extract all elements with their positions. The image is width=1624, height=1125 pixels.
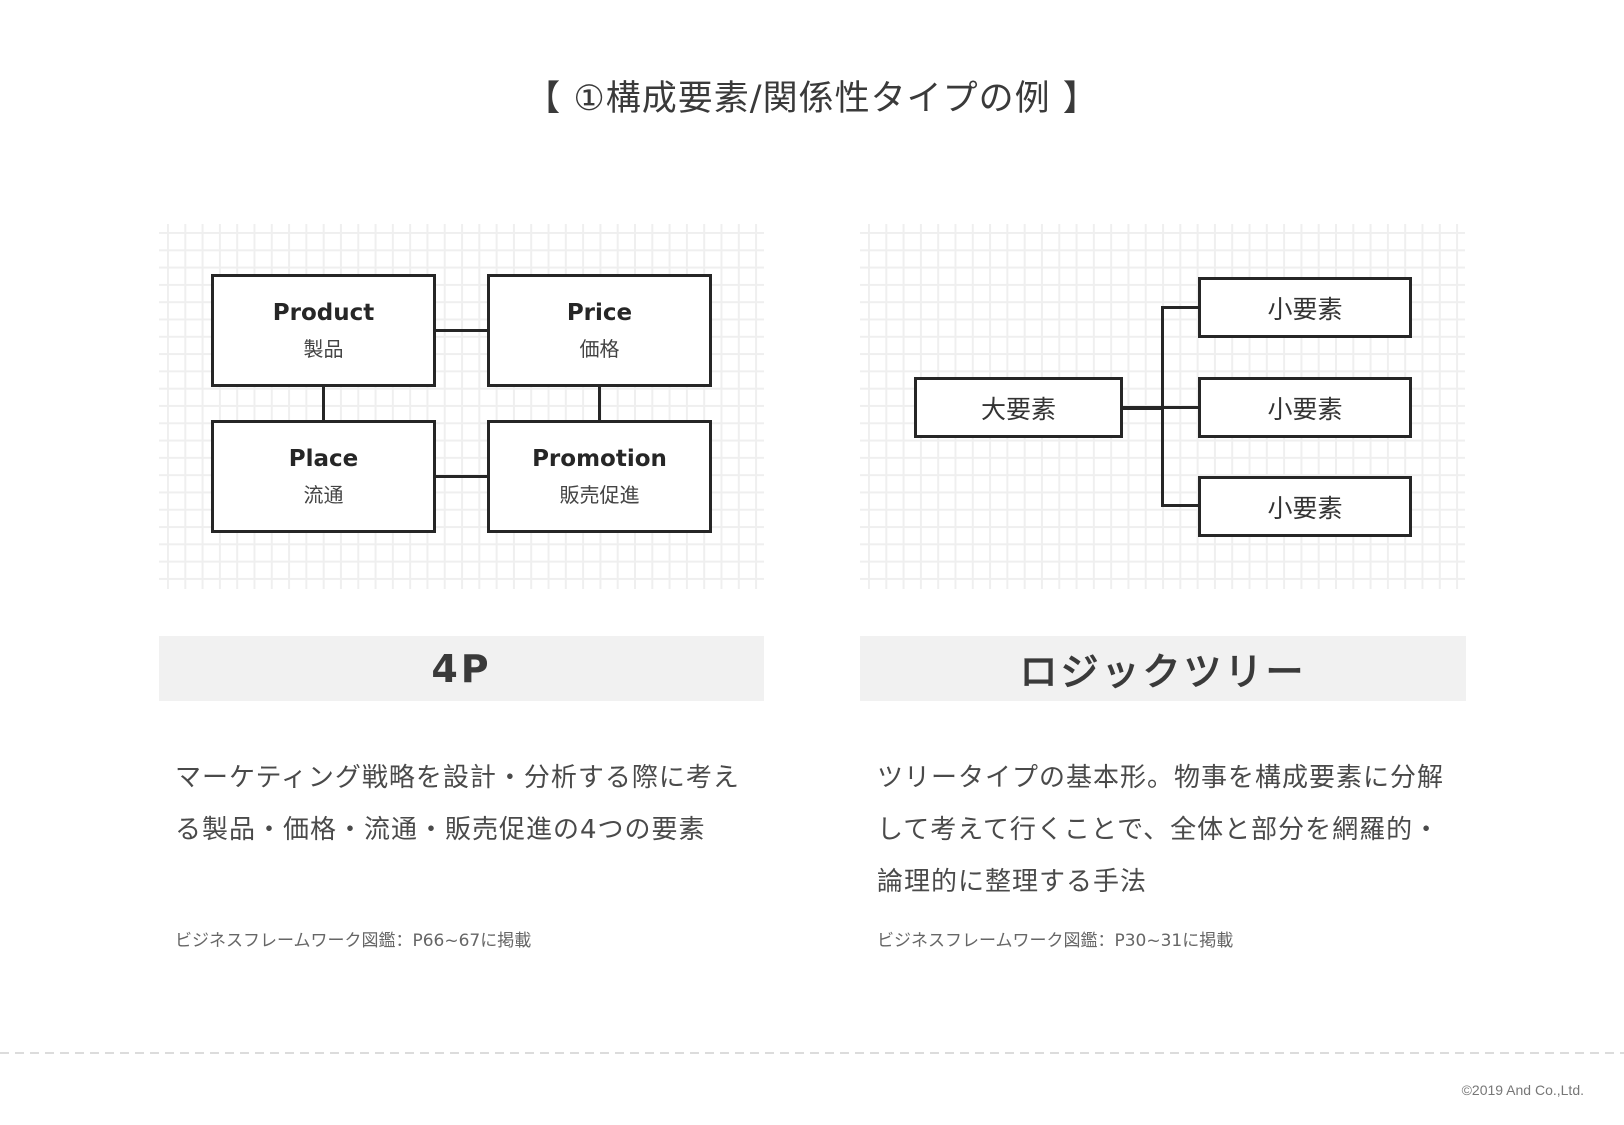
box-price: Price 価格 bbox=[487, 274, 712, 387]
label-band-logic-tree: ロジックツリー bbox=[860, 636, 1466, 701]
page-title: 【 ①構成要素/関係性タイプの例 】 bbox=[525, 79, 1099, 119]
box-child-label: 小要素 bbox=[1267, 493, 1343, 523]
box-place-en: Place bbox=[288, 445, 359, 472]
box-product: Product 製品 bbox=[211, 274, 436, 387]
footer-divider bbox=[0, 1052, 1624, 1054]
box-child: 小要素 bbox=[1198, 377, 1412, 438]
box-child-label: 小要素 bbox=[1267, 394, 1343, 424]
connector-child-1 bbox=[1161, 306, 1199, 309]
box-price-ja: 価格 bbox=[579, 337, 620, 362]
source-4p: ビジネスフレームワーク図鑑：P66~67に掲載 bbox=[175, 931, 532, 951]
box-child: 小要素 bbox=[1198, 476, 1412, 537]
box-promotion-ja: 販売促進 bbox=[559, 483, 640, 508]
box-child: 小要素 bbox=[1198, 277, 1412, 338]
label-band-4p: 4P bbox=[159, 636, 764, 701]
connector-child-3 bbox=[1161, 504, 1199, 507]
connector-child-2 bbox=[1161, 406, 1199, 409]
box-promotion-en: Promotion bbox=[532, 445, 667, 472]
copyright: ©2019 And Co.,Ltd. bbox=[1461, 1082, 1584, 1098]
box-price-en: Price bbox=[566, 299, 633, 326]
box-child-label: 小要素 bbox=[1267, 294, 1343, 324]
connector-product-place bbox=[322, 387, 325, 420]
box-product-ja: 製品 bbox=[303, 337, 344, 362]
source-logic-tree: ビジネスフレームワーク図鑑：P30~31に掲載 bbox=[877, 931, 1234, 951]
connector-price-promotion bbox=[598, 387, 601, 420]
box-root: 大要素 bbox=[914, 377, 1123, 438]
box-root-label: 大要素 bbox=[980, 394, 1056, 424]
connector-product-price bbox=[435, 329, 488, 332]
box-place-ja: 流通 bbox=[303, 483, 344, 508]
box-promotion: Promotion 販売促進 bbox=[487, 420, 712, 533]
box-place: Place 流通 bbox=[211, 420, 436, 533]
description-logic-tree: ツリータイプの基本形。物事を構成要素に分解して考えて行くことで、全体と部分を網羅… bbox=[877, 763, 1445, 897]
connector-root-trunk bbox=[1122, 406, 1164, 410]
connector-place-promotion bbox=[435, 475, 488, 478]
box-product-en: Product bbox=[272, 299, 375, 326]
description-4p: マーケティング戦略を設計・分析する際に考える製品・価格・流通・販売促進の4つの要… bbox=[175, 763, 740, 845]
